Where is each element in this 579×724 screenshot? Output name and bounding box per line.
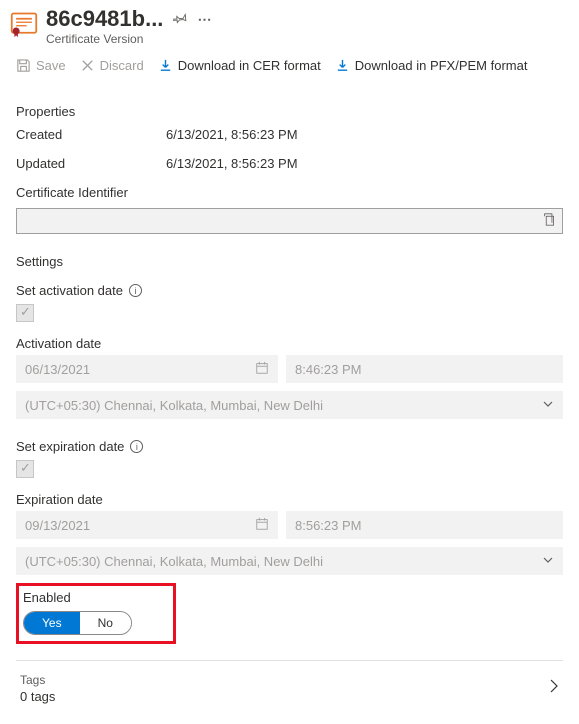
expiration-tz-select[interactable]: (UTC+05:30) Chennai, Kolkata, Mumbai, Ne… (16, 547, 563, 575)
chevron-right-icon (549, 678, 559, 699)
activation-date-input[interactable]: 06/13/2021 (16, 355, 278, 383)
properties-heading: Properties (16, 104, 563, 119)
tags-label: Tags (20, 673, 55, 687)
activation-checkbox[interactable] (16, 304, 34, 322)
created-value: 6/13/2021, 8:56:23 PM (166, 127, 298, 142)
enabled-label: Enabled (23, 590, 171, 605)
settings-heading: Settings (16, 254, 563, 269)
info-icon[interactable]: i (129, 284, 142, 297)
download-cer-button[interactable]: Download in CER format (158, 58, 321, 73)
page-header: 86c9481b... ⋯ Certificate Version (0, 0, 579, 52)
info-icon[interactable]: i (130, 440, 143, 453)
more-icon[interactable]: ⋯ (197, 11, 211, 28)
tags-count: 0 tags (20, 689, 55, 704)
page-title: 86c9481b... (46, 6, 163, 32)
command-bar: Save Discard Download in CER format Down… (0, 52, 579, 84)
set-activation-label: Set activation date (16, 283, 123, 298)
updated-value: 6/13/2021, 8:56:23 PM (166, 156, 298, 171)
enabled-no-option[interactable]: No (80, 612, 131, 634)
created-label: Created (16, 127, 166, 142)
updated-label: Updated (16, 156, 166, 171)
cert-identifier-input[interactable] (16, 208, 563, 234)
activation-tz-select[interactable]: (UTC+05:30) Chennai, Kolkata, Mumbai, Ne… (16, 391, 563, 419)
highlight-annotation: Enabled Yes No (16, 583, 176, 644)
certificate-icon (10, 10, 38, 38)
tags-section[interactable]: Tags 0 tags (16, 660, 563, 716)
expiration-date-input[interactable]: 09/13/2021 (16, 511, 278, 539)
save-button[interactable]: Save (16, 58, 66, 73)
enabled-toggle[interactable]: Yes No (23, 611, 132, 635)
calendar-icon (255, 517, 269, 534)
discard-button[interactable]: Discard (80, 58, 144, 73)
expiration-checkbox[interactable] (16, 460, 34, 478)
expiration-time-input[interactable]: 8:56:23 PM (286, 511, 563, 539)
page-subtitle: Certificate Version (46, 32, 563, 46)
chevron-down-icon (542, 398, 554, 413)
copy-icon[interactable] (543, 213, 556, 229)
expiration-date-label: Expiration date (16, 492, 103, 507)
set-expiration-label: Set expiration date (16, 439, 124, 454)
chevron-down-icon (542, 554, 554, 569)
enabled-yes-option[interactable]: Yes (24, 612, 80, 634)
cert-identifier-label: Certificate Identifier (16, 185, 563, 200)
download-pfx-button[interactable]: Download in PFX/PEM format (335, 58, 528, 73)
pin-icon[interactable] (173, 11, 187, 28)
activation-date-label: Activation date (16, 336, 101, 351)
activation-time-input[interactable]: 8:46:23 PM (286, 355, 563, 383)
calendar-icon (255, 361, 269, 378)
